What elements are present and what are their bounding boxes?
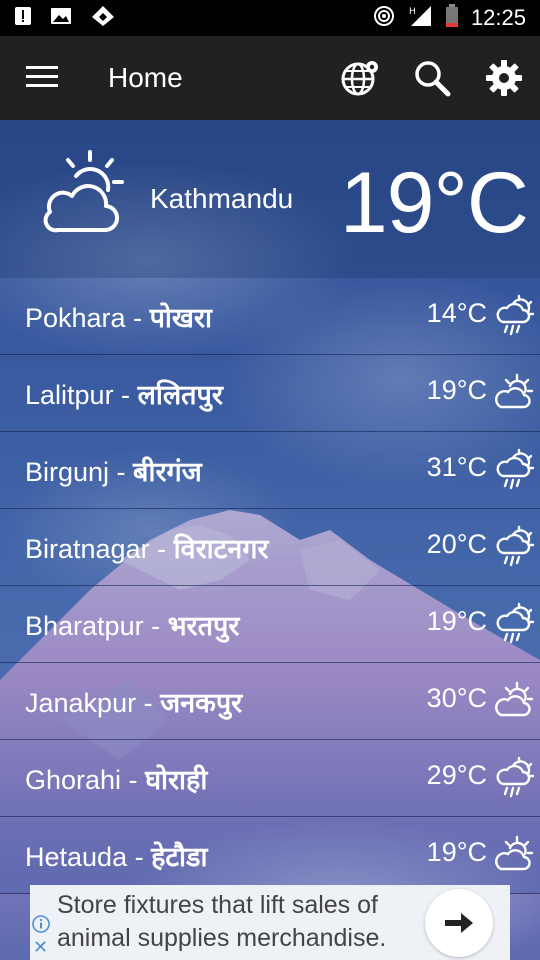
city-name-np: विराटनगर [173,534,269,564]
city-row[interactable]: Pokhara - पोखरा 14°C [0,278,540,355]
page-title: Home [108,62,183,93]
city-name: Ghorahi - घोराही [25,760,207,797]
arrow-right-icon [445,913,473,933]
city-name: Birgunj - बीरगंज [25,452,202,489]
ad-banner[interactable]: ✕ Store fixtures that lift sales of anim… [30,885,510,960]
status-time: 12:25 [470,5,526,30]
city-name-en: Pokhara - [25,303,150,333]
city-temperature: 19°C [426,375,487,405]
svg-text:H: H [409,7,416,17]
city-name-en: Ghorahi - [25,765,146,795]
rain-icon [495,525,535,567]
partly-cloudy-icon [36,146,130,240]
city-name-en: Lalitpur - [25,380,138,410]
alert-icon [14,5,32,31]
settings-icon[interactable] [484,58,524,98]
city-temperature: 19°C [426,837,487,867]
city-temperature: 14°C [426,298,487,328]
rain-icon [495,448,535,490]
city-name-np: बीरगंज [133,457,202,487]
city-name-en: Hetauda - [25,842,152,872]
current-weather-card[interactable]: Kathmandu 19°C [0,120,540,278]
city-name-en: Biratnagar - [25,534,174,564]
current-city: Kathmandu [150,183,294,214]
vpn-icon [90,4,116,32]
ad-text[interactable]: Store fixtures that lift sales of animal… [57,889,427,955]
ad-arrow-button[interactable] [425,889,493,957]
partly-cloudy-icon [495,371,535,413]
city-row[interactable]: Birgunj - बीरगंज 31°C [0,432,540,509]
menu-icon[interactable] [26,66,58,90]
partly-cloudy-icon [495,833,535,875]
city-temperature: 29°C [426,760,487,790]
hotspot-icon [373,5,395,31]
search-icon[interactable] [412,58,452,98]
city-name-en: Birgunj - [25,457,134,487]
city-name-en: Bharatpur - [25,611,168,641]
city-row[interactable]: Ghorahi - घोराही 29°C [0,740,540,817]
city-row[interactable]: Hetauda - हेटौडा 19°C [0,817,540,894]
city-temperature: 20°C [426,529,487,559]
city-name: Lalitpur - ललितपुर [25,375,223,412]
ad-close-icon[interactable]: ✕ [33,939,48,957]
city-temperature: 30°C [426,683,487,713]
city-name-np: जनकपुर [160,688,243,718]
city-name-np: पोखरा [149,303,213,333]
city-name-np: भरतपुर [167,611,240,641]
rain-icon [495,756,535,798]
city-row[interactable]: Lalitpur - ललितपुर 19°C [0,355,540,432]
city-name: Hetauda - हेटौडा [25,837,207,874]
current-temperature: 19°C [339,155,529,251]
city-temperature: 31°C [426,452,487,482]
city-name-np: ललितपुर [137,380,223,410]
rain-icon [495,602,535,644]
city-name-en: Janakpur - [25,688,161,718]
city-row[interactable]: Bharatpur - भरतपुर 19°C [0,586,540,663]
signal-icon: H [407,4,433,32]
city-temperature: 19°C [426,606,487,636]
partly-cloudy-icon [495,679,535,721]
city-row[interactable]: Biratnagar - विराटनगर 20°C [0,509,540,586]
city-name: Biratnagar - विराटनगर [25,529,268,566]
ad-info-icon[interactable] [32,915,50,933]
status-bar: H 12:25 [0,0,540,36]
city-name: Pokhara - पोखरा [25,298,212,335]
city-list: Pokhara - पोखरा 14°C Lalitpur - ललितपुर 19°… [0,278,540,894]
city-name: Janakpur - जनकपुर [25,683,242,720]
city-name-np: घोराही [145,765,208,795]
rain-icon [495,294,535,336]
image-icon [50,6,72,30]
battery-icon [445,4,459,32]
app-bar: Home [0,36,540,120]
globe-icon[interactable] [340,58,380,98]
city-row[interactable]: Janakpur - जनकपुर 30°C [0,663,540,740]
city-name-np: हेटौडा [151,842,208,872]
city-name: Bharatpur - भरतपुर [25,606,239,643]
